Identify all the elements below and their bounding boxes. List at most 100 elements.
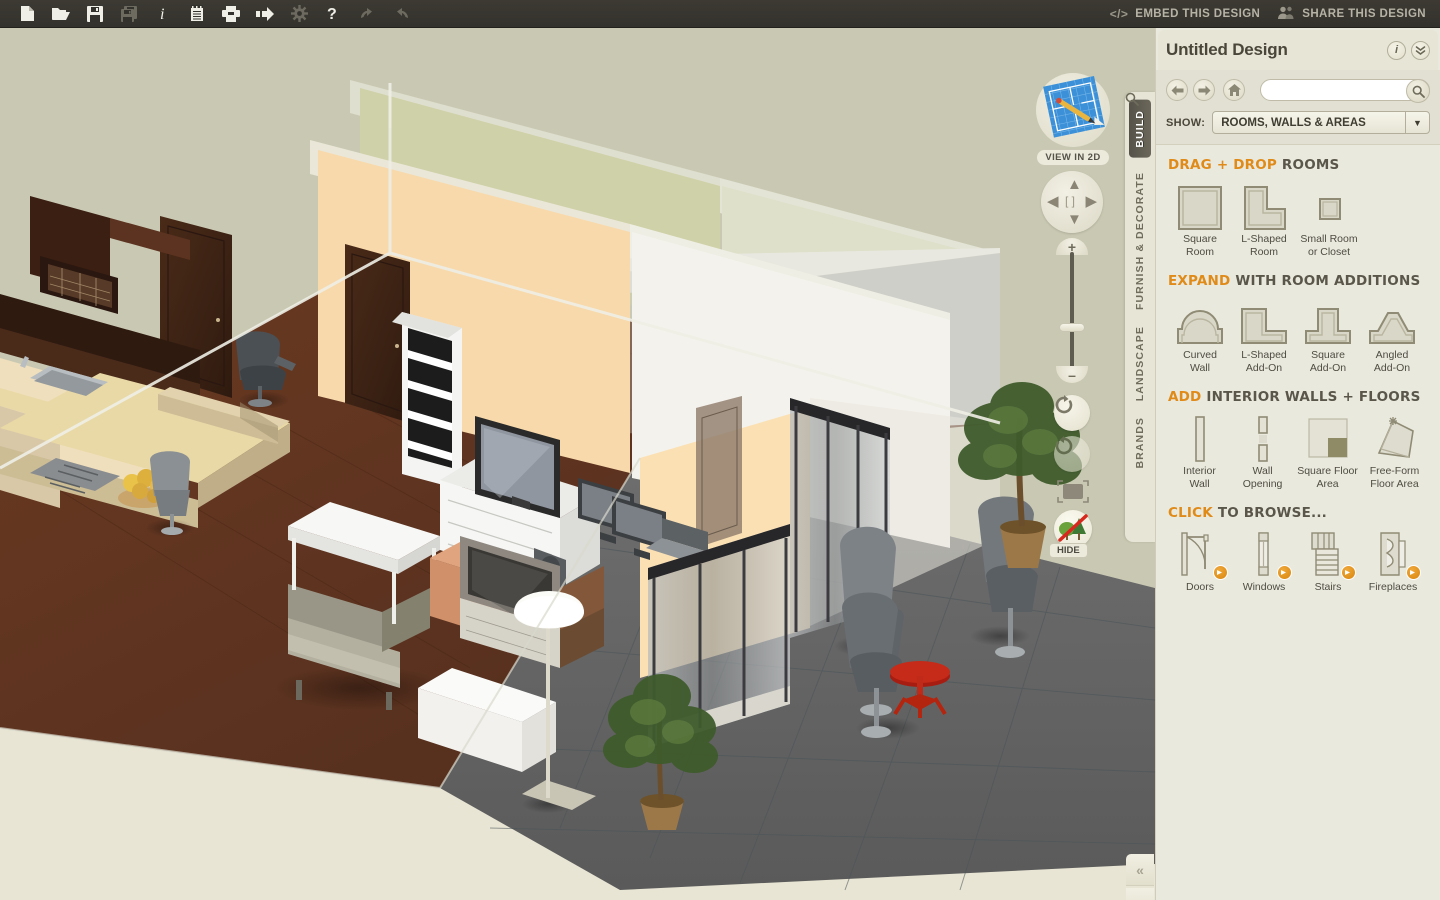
item-label: L-Shaped Room [1241,233,1287,258]
search-input[interactable] [1261,80,1429,100]
home-button[interactable] [1223,79,1245,101]
item-wall-opening[interactable]: Wall Opening [1231,411,1294,491]
item-label: Fireplaces [1368,581,1418,593]
item-curved-wall[interactable]: Curved Wall [1168,295,1232,375]
snapshot-button[interactable] [1055,478,1091,506]
curved-wall-icon [1174,295,1226,347]
save-as-icon[interactable] [112,1,146,27]
section-title: CLICK TO BROWSE... [1168,505,1428,521]
item-l-shaped-room[interactable]: L-Shaped Room [1232,179,1296,259]
forward-button[interactable] [1193,79,1215,101]
square-floor-area-icon [1303,411,1353,463]
item-interior-wall[interactable]: Interior Wall [1168,411,1231,491]
snapshot-frame-icon [1057,480,1089,503]
zoom-out-button[interactable]: – [1056,366,1088,383]
interior-wall-icon [1175,411,1225,463]
small-room-icon [1304,179,1354,231]
item-small-room-or-closet[interactable]: Small Room or Closet [1296,179,1362,259]
pan-control-pad[interactable]: ▲ ▼ ◀ ▶ [ ] [1041,171,1103,233]
section-title-accent: ADD [1168,389,1202,405]
pan-down-icon[interactable]: ▼ [1067,212,1082,227]
item-l-shaped-addon[interactable]: L-Shaped Add-On [1232,295,1296,375]
right-panel: Untitled Design i SHOW: ROOMS, WALLS & A… [1155,28,1440,900]
search-icon [1412,85,1425,98]
section-interior-walls-floors: ADD INTERIOR WALLS + FLOORS Interior Wal… [1168,389,1428,491]
item-doors[interactable]: Doors [1168,527,1232,594]
new-file-icon[interactable] [10,1,44,27]
recenter-icon[interactable]: [ ] [1065,195,1075,207]
item-fireplaces[interactable]: Fireplaces [1360,527,1426,594]
rotate-left-button[interactable] [1054,395,1090,431]
item-label: Interior Wall [1183,465,1216,490]
zoom-thumb[interactable] [1059,323,1085,332]
panel-search-box[interactable] [1260,79,1430,103]
embed-design-label: EMBED THIS DESIGN [1135,7,1261,20]
item-label: Free-Form Floor Area [1369,465,1420,490]
pan-up-icon[interactable]: ▲ [1067,177,1082,192]
browse-badge [1406,565,1421,580]
collapse-header-button[interactable] [1411,40,1430,60]
expand-panel-button[interactable]: » [1126,888,1154,900]
show-label: SHOW: [1166,116,1206,129]
export-icon[interactable] [248,1,282,27]
help-icon[interactable]: ? [316,1,350,27]
chevron-down-icon[interactable]: ▼ [1405,111,1429,134]
wall-opening-icon [1238,411,1288,463]
search-submit-button[interactable] [1406,79,1430,103]
show-select[interactable]: ROOMS, WALLS & AREAS ▼ [1212,111,1430,134]
view-in-2d-button[interactable]: VIEW IN 2D [1036,149,1110,166]
svg-text:i: i [160,6,164,22]
gear-icon[interactable] [282,1,316,27]
l-shaped-addon-icon [1238,295,1290,347]
section-title: DRAG + DROP ROOMS [1168,157,1428,173]
tab-build[interactable]: BUILD [1129,100,1151,158]
tab-landscape[interactable]: LANDSCAPE [1134,318,1146,409]
windows-icon [1238,527,1292,580]
print-icon[interactable] [214,1,248,27]
hide-plants-label[interactable]: HIDE [1049,543,1088,558]
tab-furnish-and-decorate[interactable]: FURNISH & DECORATE [1134,164,1146,318]
info-icon[interactable]: i [146,1,180,27]
app-root: i ? </> EMBED THIS DESIGN SHARE THIS DES… [0,0,1440,900]
item-square-floor-area[interactable]: Square Floor Area [1294,411,1361,491]
free-form-floor-area-icon [1369,411,1421,463]
item-windows[interactable]: Windows [1232,527,1296,594]
section-title-rest: INTERIOR WALLS + FLOORS [1206,389,1421,405]
arrow-right-icon [1198,85,1210,95]
show-filter-row: SHOW: ROOMS, WALLS & AREAS ▼ [1166,111,1430,134]
pan-right-icon[interactable]: ▶ [1085,194,1097,209]
undo-icon[interactable] [350,1,384,27]
section-title-rest: WITH ROOM ADDITIONS [1235,273,1421,289]
item-square-addon[interactable]: Square Add-On [1296,295,1360,375]
notes-icon[interactable] [180,1,214,27]
zoom-slider[interactable]: + – [1056,238,1088,383]
item-angled-addon[interactable]: Angled Add-On [1360,295,1424,375]
collapse-panel-button[interactable]: « [1126,854,1154,886]
save-icon[interactable] [78,1,112,27]
item-square-room[interactable]: Square Room [1168,179,1232,259]
embed-design-button[interactable]: </> EMBED THIS DESIGN [1110,7,1261,21]
design-canvas-3d[interactable]: VIEW IN 2D ▲ ▼ ◀ ▶ [ ] + – HIDE BUILD FU… [0,28,1155,900]
item-label: Doors [1185,581,1214,593]
view-2d-thumbnail[interactable] [1036,73,1110,147]
rotate-right-button[interactable] [1054,436,1090,472]
info-button[interactable]: i [1387,40,1406,60]
section-items: Curved Wall L-Shaped Add-On Square Add-O… [1168,295,1428,375]
open-folder-icon[interactable] [44,1,78,27]
code-icon: </> [1109,6,1129,21]
panel-header: Untitled Design i [1158,30,1438,70]
pan-left-icon[interactable]: ◀ [1047,194,1059,209]
redo-icon[interactable] [384,1,418,27]
zoom-track[interactable] [1070,252,1074,370]
item-label: Angled Add-On [1373,349,1411,374]
item-free-form-floor-area[interactable]: Free-Form Floor Area [1361,411,1428,491]
back-button[interactable] [1166,79,1188,101]
section-title-accent: DRAG + DROP [1168,157,1278,173]
section-title-rest: ROOMS [1281,157,1340,173]
home-icon [1227,84,1241,96]
item-label: Square Room [1183,233,1217,258]
share-design-button[interactable]: SHARE THIS DESIGN [1278,6,1426,22]
item-stairs[interactable]: Stairs [1296,527,1360,594]
view-in-2d-widget[interactable]: VIEW IN 2D [1032,73,1114,166]
tab-brands[interactable]: BRANDS [1134,409,1146,477]
